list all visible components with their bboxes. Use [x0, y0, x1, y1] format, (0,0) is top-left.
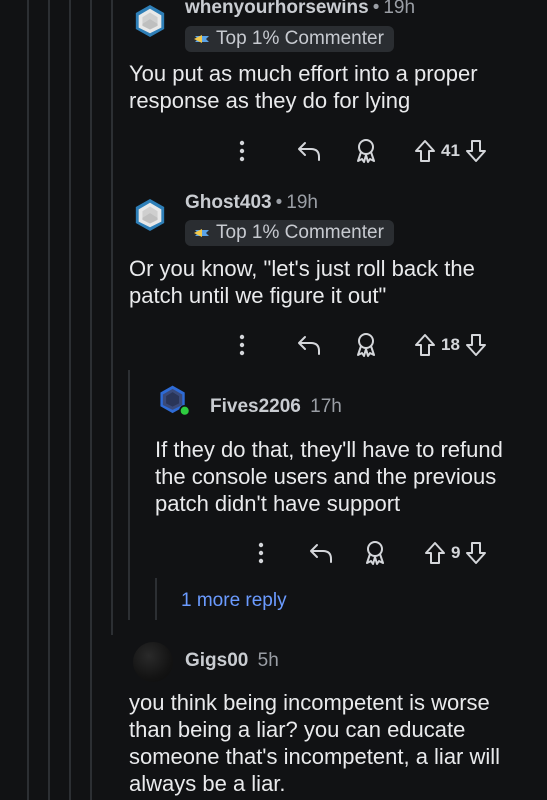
thread-line: [48, 0, 50, 800]
user-flair: Top 1% Commenter: [185, 220, 394, 246]
timestamp: 5h: [257, 650, 279, 671]
timestamp: 19h: [286, 192, 318, 213]
downvote-arrow-icon: [465, 334, 486, 356]
upvote-button[interactable]: [423, 540, 447, 566]
thread-line: [69, 0, 71, 800]
reply-arrow-icon: [298, 336, 320, 355]
comment-author[interactable]: Ghost403 • 19h: [185, 192, 318, 214]
downvote-arrow-icon: [465, 140, 486, 162]
award-icon: [357, 333, 375, 357]
avatar[interactable]: [133, 4, 167, 38]
upvote-arrow-icon: [425, 542, 445, 564]
avatar-icon: [160, 385, 191, 417]
comment-body: You put as much effort into a proper res…: [129, 61, 478, 113]
upvote-button[interactable]: [413, 138, 437, 164]
award-icon: [357, 139, 375, 163]
comment-body: Or you know, "let's just roll back the p…: [129, 256, 475, 308]
vote-count: 41: [441, 141, 460, 160]
avatar-icon: [135, 198, 165, 232]
vote-count: 9: [451, 543, 461, 562]
timestamp: 19h: [383, 0, 416, 18]
avatar-icon: [135, 4, 165, 38]
flair-icon: [193, 226, 211, 240]
comment-actions: 9: [250, 538, 540, 568]
comment-actions: 41: [230, 136, 530, 166]
comment-body: you think being incompetent is worse tha…: [129, 690, 501, 796]
downvote-arrow-icon: [466, 542, 487, 564]
more-vertical-icon: [239, 140, 245, 162]
vote-controls: 18: [413, 330, 488, 360]
more-button[interactable]: [238, 136, 246, 166]
award-icon: [366, 541, 384, 565]
reply-arrow-icon: [298, 142, 320, 161]
downvote-button[interactable]: [464, 138, 488, 164]
thread-line: [128, 370, 130, 620]
username[interactable]: Gigs00: [185, 650, 248, 671]
username[interactable]: Fives2206: [210, 396, 301, 417]
award-button[interactable]: [354, 330, 378, 360]
upvote-arrow-icon: [415, 140, 435, 162]
comment-body: If they do that, they'll have to refund …: [155, 437, 503, 516]
reply-button[interactable]: [296, 136, 322, 166]
avatar[interactable]: [133, 642, 173, 682]
username[interactable]: Ghost403: [185, 192, 272, 213]
timestamp: 17h: [310, 396, 342, 417]
vote-count: 18: [441, 335, 460, 354]
reply-button[interactable]: [296, 330, 322, 360]
more-vertical-icon: [258, 542, 264, 564]
thread-line: [155, 578, 157, 620]
vote-controls: 41: [413, 136, 488, 166]
downvote-button[interactable]: [464, 540, 488, 566]
comment-author[interactable]: whenyourhorsewins • 19h: [185, 0, 415, 19]
more-replies-link[interactable]: 1 more reply: [181, 590, 287, 612]
separator: •: [372, 0, 380, 18]
thread-line: [111, 0, 113, 635]
username[interactable]: whenyourhorsewins: [185, 0, 369, 18]
more-button[interactable]: [257, 538, 265, 568]
online-status-icon: [179, 405, 191, 417]
vote-controls: 9: [423, 538, 488, 568]
award-button[interactable]: [363, 538, 387, 568]
upvote-arrow-icon: [415, 334, 435, 356]
user-flair: Top 1% Commenter: [185, 26, 394, 52]
comment-author[interactable]: Gigs00 5h: [185, 650, 279, 672]
separator: •: [275, 192, 283, 213]
avatar[interactable]: [133, 198, 167, 232]
comment-author[interactable]: Fives2206 17h: [210, 396, 342, 418]
comment-actions: 18: [230, 330, 530, 360]
flair-label: Top 1% Commenter: [216, 28, 384, 49]
more-button[interactable]: [238, 330, 246, 360]
flair-label: Top 1% Commenter: [216, 222, 384, 243]
thread-line: [90, 0, 92, 800]
reply-button[interactable]: [308, 538, 334, 568]
upvote-button[interactable]: [413, 332, 437, 358]
downvote-button[interactable]: [464, 332, 488, 358]
award-button[interactable]: [354, 136, 378, 166]
thread-line: [27, 0, 29, 800]
flair-icon: [193, 32, 211, 46]
more-vertical-icon: [239, 334, 245, 356]
reply-arrow-icon: [310, 544, 332, 563]
avatar[interactable]: [158, 384, 192, 418]
